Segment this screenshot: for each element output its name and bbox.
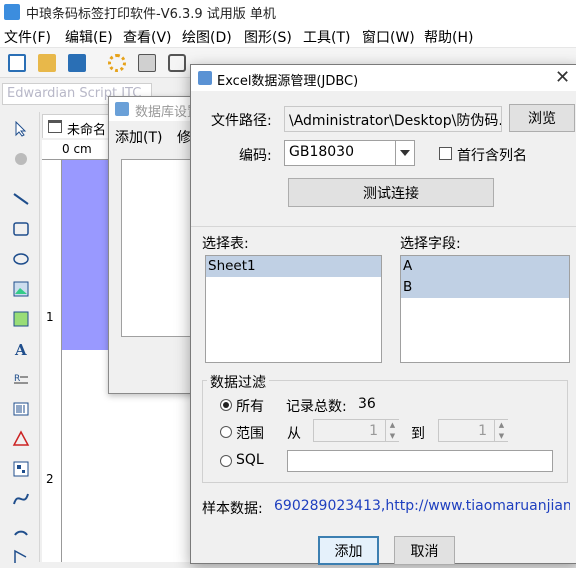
print-icon[interactable] (138, 54, 156, 72)
print-preview-icon[interactable] (168, 54, 186, 72)
database-icon (115, 102, 129, 116)
left-toolbox: A R (0, 112, 40, 563)
excel-dialog-icon (198, 71, 212, 85)
document-icon (48, 120, 62, 133)
record-total-value: 36 (358, 396, 376, 412)
chevron-down-icon[interactable] (395, 140, 415, 166)
excel-datasource-dialog: Excel数据源管理(JDBC) ✕ 文件路径: \Administrator\… (190, 64, 576, 565)
encoding-select[interactable]: GB18030 (284, 140, 396, 166)
title-bar: 中琅条码标签打印软件-V6.3.9 试用版 单机 (0, 0, 576, 24)
cancel-button[interactable]: 取消 (394, 536, 455, 565)
sample-data-value: 690289023413,http://www.tiaomaruanjian.c… (274, 498, 570, 514)
ellipse-icon[interactable] (10, 248, 32, 270)
file-path-field[interactable]: \Administrator\Desktop\防伪码.xlsx (284, 106, 502, 132)
line-icon[interactable] (10, 188, 32, 210)
menu-help[interactable]: 帮助(H) (424, 27, 473, 47)
pointer-icon[interactable] (10, 118, 32, 140)
qrcode-icon[interactable] (10, 458, 32, 480)
document-tab-label: 未命名 (67, 123, 107, 138)
first-row-label: 首行含列名 (457, 148, 527, 164)
divider (191, 226, 576, 227)
ruler-mark: 1 (46, 310, 54, 324)
encoding-value: GB18030 (289, 144, 354, 160)
app-logo-icon (4, 4, 20, 20)
ruler-mark: 2 (46, 472, 54, 486)
barcode-icon[interactable] (10, 398, 32, 420)
filter-sql-radio[interactable] (220, 455, 232, 467)
menu-modify[interactable]: 修 (177, 130, 191, 146)
rich-text-icon[interactable]: R (10, 368, 32, 390)
arc-icon[interactable] (10, 518, 32, 540)
open-folder-icon[interactable] (38, 54, 56, 72)
browse-button[interactable]: 浏览 (509, 104, 575, 132)
file-path-label: 文件路径: (211, 113, 272, 129)
menu-file[interactable]: 文件(F) (4, 27, 51, 47)
menu-window[interactable]: 窗口(W) (362, 27, 415, 47)
field-list-item[interactable]: A (401, 256, 569, 277)
filter-range-radio[interactable] (220, 426, 232, 438)
excel-dialog-title: Excel数据源管理(JDBC) (217, 74, 359, 89)
filter-sql-label: SQL (236, 452, 264, 468)
filter-all-label: 所有 (236, 399, 264, 415)
curve-icon[interactable] (10, 488, 32, 510)
field-list[interactable]: A B (400, 255, 570, 363)
record-total-label: 记录总数: (286, 399, 347, 415)
ruler-vertical: 1 2 (42, 160, 62, 562)
polyline-icon[interactable] (10, 546, 32, 568)
picture-icon[interactable] (10, 308, 32, 330)
new-window-icon[interactable] (8, 54, 26, 72)
menu-bar: 文件(F) 编辑(E) 查看(V) 绘图(D) 图形(S) 工具(T) 窗口(W… (0, 24, 576, 48)
add-button[interactable]: 添加 (318, 536, 379, 565)
data-filter-title: 数据过滤 (207, 372, 269, 392)
database-list-panel[interactable] (121, 159, 193, 337)
text-icon[interactable]: A (10, 338, 32, 360)
menu-shape[interactable]: 图形(S) (244, 27, 292, 47)
menu-edit[interactable]: 编辑(E) (65, 27, 113, 47)
rotate-icon[interactable] (10, 148, 32, 170)
image-icon[interactable] (10, 278, 32, 300)
rectangle-icon[interactable] (10, 218, 32, 240)
encoding-label: 编码: (239, 148, 272, 164)
menu-view[interactable]: 查看(V) (123, 27, 172, 47)
app-title: 中琅条码标签打印软件-V6.3.9 试用版 单机 (26, 7, 276, 22)
menu-tools[interactable]: 工具(T) (303, 27, 350, 47)
database-settings-menu: 添加(T) 修 (115, 127, 191, 147)
test-connection-button[interactable]: 测试连接 (288, 178, 494, 207)
sample-data-label: 样本数据: (202, 501, 263, 517)
select-fields-label: 选择字段: (400, 236, 461, 252)
menu-draw[interactable]: 绘图(D) (182, 27, 232, 47)
filter-range-label: 范围 (236, 426, 264, 442)
save-icon[interactable] (68, 54, 86, 72)
select-table-label: 选择表: (202, 236, 249, 252)
sql-input[interactable] (287, 450, 553, 472)
range-from-label: 从 (287, 426, 301, 442)
triangle-icon[interactable] (10, 428, 32, 450)
svg-text:A: A (14, 341, 27, 358)
first-row-checkbox[interactable] (439, 147, 452, 160)
filter-all-radio[interactable] (220, 399, 232, 411)
range-to-label: 到 (411, 426, 425, 442)
close-icon[interactable]: ✕ (555, 67, 570, 88)
range-to-spinner[interactable]: ▲ ▼ (494, 420, 508, 441)
gear-icon[interactable] (108, 54, 126, 72)
menu-add[interactable]: 添加(T) (115, 130, 162, 146)
table-list[interactable]: Sheet1 (205, 255, 382, 363)
table-list-item[interactable]: Sheet1 (206, 256, 381, 277)
field-list-item[interactable]: B (401, 277, 569, 298)
excel-dialog-titlebar: Excel数据源管理(JDBC) ✕ (191, 65, 576, 91)
range-from-spinner[interactable]: ▲ ▼ (385, 420, 399, 441)
ruler-origin-label: 0 cm (62, 142, 92, 156)
